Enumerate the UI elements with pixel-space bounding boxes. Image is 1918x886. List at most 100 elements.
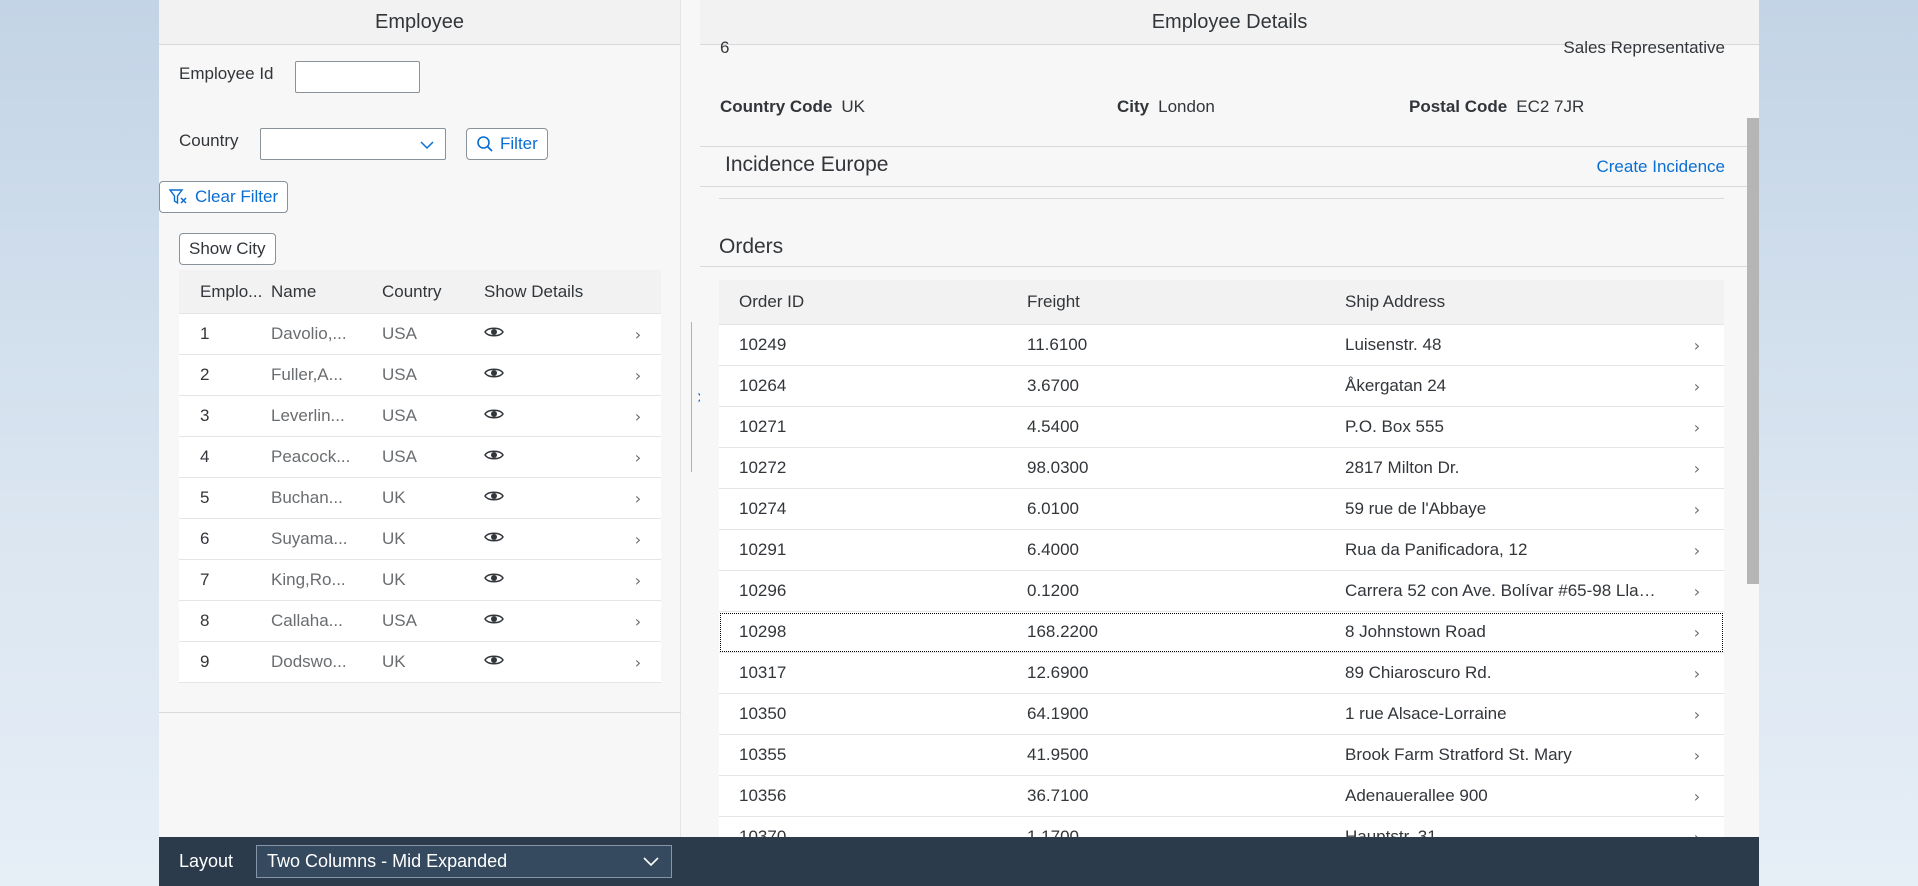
chevron-right-icon[interactable]: › — [1670, 336, 1724, 355]
chevron-right-icon[interactable]: › — [615, 325, 661, 344]
show-city-button[interactable]: Show City — [179, 233, 276, 265]
chevron-right-icon[interactable]: › — [1670, 459, 1724, 478]
eye-icon[interactable] — [484, 653, 504, 667]
employee-country-cell: USA — [382, 406, 417, 425]
table-row[interactable]: 10272 98.0300 2817 Milton Dr. › — [719, 448, 1724, 489]
employee-country-cell: USA — [382, 365, 417, 384]
ship-address-cell: P.O. Box 555 — [1345, 417, 1444, 436]
eye-icon[interactable] — [484, 612, 504, 626]
order-id-cell: 10317 — [739, 663, 787, 682]
layout-select[interactable]: Two Columns - Mid Expanded — [256, 845, 673, 878]
vertical-scrollbar[interactable] — [1747, 118, 1759, 584]
table-row[interactable]: 10291 6.4000 Rua da Panificadora, 12 › — [719, 530, 1724, 571]
show-details-cell — [475, 447, 615, 467]
eye-icon[interactable] — [484, 571, 504, 585]
eye-icon[interactable] — [484, 325, 504, 339]
chevron-right-icon[interactable]: › — [615, 407, 661, 426]
employee-id-cell: 7 — [200, 570, 210, 589]
employee-country-cell: USA — [382, 447, 417, 466]
country-select[interactable] — [260, 128, 446, 160]
order-id-cell: 10298 — [739, 622, 787, 641]
postal-code-label: Postal Code — [1409, 97, 1508, 116]
layout-select-value: Two Columns - Mid Expanded — [267, 851, 508, 871]
freight-cell: 4.5400 — [1027, 417, 1079, 436]
eye-icon[interactable] — [484, 407, 504, 421]
table-row[interactable]: 6 Suyama... UK › — [179, 519, 661, 560]
eye-icon[interactable] — [484, 366, 504, 380]
chevron-right-icon[interactable]: › — [615, 489, 661, 508]
column-header-name[interactable]: Name — [271, 282, 373, 302]
employee-id-input[interactable] — [295, 61, 420, 93]
table-row[interactable]: 9 Dodswo... UK › — [179, 642, 661, 683]
chevron-right-icon[interactable]: › — [1670, 377, 1724, 396]
chevron-down-icon — [643, 857, 659, 867]
chevron-right-icon[interactable]: › — [1670, 664, 1724, 683]
column-header-ship-address[interactable]: Ship Address — [1345, 292, 1670, 312]
chevron-right-icon[interactable]: › — [1670, 787, 1724, 806]
table-row[interactable]: 10249 11.6100 Luisenstr. 48 › — [719, 325, 1724, 366]
freight-cell: 98.0300 — [1027, 458, 1089, 477]
chevron-right-icon[interactable]: › — [1670, 500, 1724, 519]
layout-toolbar: Layout Two Columns - Mid Expanded — [159, 837, 1759, 886]
show-details-cell — [475, 324, 615, 344]
eye-icon[interactable] — [484, 448, 504, 462]
column-header-freight[interactable]: Freight — [1027, 292, 1345, 312]
table-row[interactable]: 10274 6.0100 59 rue de l'Abbaye › — [719, 489, 1724, 530]
employee-title-value: Sales Representative — [1563, 38, 1725, 57]
table-row[interactable]: 10355 41.9500 Brook Farm Stratford St. Mar… — [719, 735, 1724, 776]
orders-table: Order ID Freight Ship Address 10249 11.61… — [719, 280, 1724, 858]
table-row[interactable]: 10264 3.6700 Åkergatan 24 › — [719, 366, 1724, 407]
app-container: Employee Employee Id Country Filter Clea… — [159, 0, 1759, 886]
ship-address-cell: Åkergatan 24 — [1345, 376, 1447, 395]
chevron-right-icon[interactable]: › — [615, 366, 661, 385]
chevron-right-icon[interactable]: › — [615, 571, 661, 590]
chevron-right-icon[interactable]: › — [615, 448, 661, 467]
table-row[interactable]: 8 Callaha... USA › — [179, 601, 661, 642]
chevron-right-icon[interactable]: › — [1670, 746, 1724, 765]
table-row[interactable]: 10350 64.1900 1 rue Alsace-Lorraine › — [719, 694, 1724, 735]
table-row[interactable]: 1 Davolio,... USA › — [179, 314, 661, 355]
order-id-cell: 10272 — [739, 458, 787, 477]
table-row[interactable]: 10296 0.1200 Carrera 52 con Ave. Bolívar #… — [719, 571, 1724, 612]
chevron-right-icon[interactable]: › — [615, 653, 661, 672]
order-id-cell: 10356 — [739, 786, 787, 805]
employee-name-cell: King,Ro... — [271, 570, 346, 589]
table-row[interactable]: 2 Fuller,A... USA › — [179, 355, 661, 396]
table-row[interactable]: 7 King,Ro... UK › — [179, 560, 661, 601]
table-row[interactable]: 5 Buchan... UK › — [179, 478, 661, 519]
chevron-right-icon[interactable]: › — [1670, 623, 1724, 642]
column-header-order-id[interactable]: Order ID — [719, 292, 1027, 312]
orders-section-title: Orders — [719, 235, 784, 258]
column-header-country[interactable]: Country — [373, 282, 475, 302]
table-row[interactable]: 10298 168.2200 8 Johnstown Road › — [719, 612, 1724, 653]
create-incidence-link[interactable]: Create Incidence — [1596, 157, 1725, 177]
ship-address-cell: Brook Farm Stratford St. Mary — [1345, 745, 1572, 764]
chevron-right-icon[interactable]: › — [1670, 418, 1724, 437]
clear-filter-button[interactable]: Clear Filter — [159, 181, 289, 213]
ship-address-cell: 8 Johnstown Road — [1345, 622, 1486, 641]
freight-cell: 0.1200 — [1027, 581, 1079, 600]
filter-button[interactable]: Filter — [466, 128, 548, 160]
chevron-right-icon[interactable]: › — [615, 530, 661, 549]
chevron-right-icon[interactable]: › — [1670, 582, 1724, 601]
column-header-show-details[interactable]: Show Details — [475, 282, 615, 302]
column-header-employee-id[interactable]: Emplo... — [179, 282, 271, 302]
chevron-right-icon[interactable]: › — [1670, 541, 1724, 560]
table-row[interactable]: 10356 36.7100 Adenauerallee 900 › — [719, 776, 1724, 817]
employee-name-cell: Davolio,... — [271, 324, 347, 343]
ship-address-cell: Adenauerallee 900 — [1345, 786, 1488, 805]
employee-column-title: Employee — [375, 10, 464, 33]
order-id-cell: 10264 — [739, 376, 787, 395]
city-label: City — [1117, 97, 1150, 116]
clear-filter-label: Clear Filter — [195, 187, 279, 206]
table-row[interactable]: 10317 12.6900 89 Chiaroscuro Rd. › — [719, 653, 1724, 694]
table-row[interactable]: 3 Leverlin... USA › — [179, 396, 661, 437]
table-row[interactable]: 10271 4.5400 P.O. Box 555 › — [719, 407, 1724, 448]
chevron-right-icon[interactable]: › — [615, 612, 661, 631]
eye-icon[interactable] — [484, 489, 504, 503]
employee-id-cell: 5 — [200, 488, 210, 507]
eye-icon[interactable] — [484, 530, 504, 544]
chevron-right-icon[interactable]: › — [1670, 705, 1724, 724]
postal-code-value: EC2 7JR — [1516, 97, 1585, 116]
table-row[interactable]: 4 Peacock... USA › — [179, 437, 661, 478]
